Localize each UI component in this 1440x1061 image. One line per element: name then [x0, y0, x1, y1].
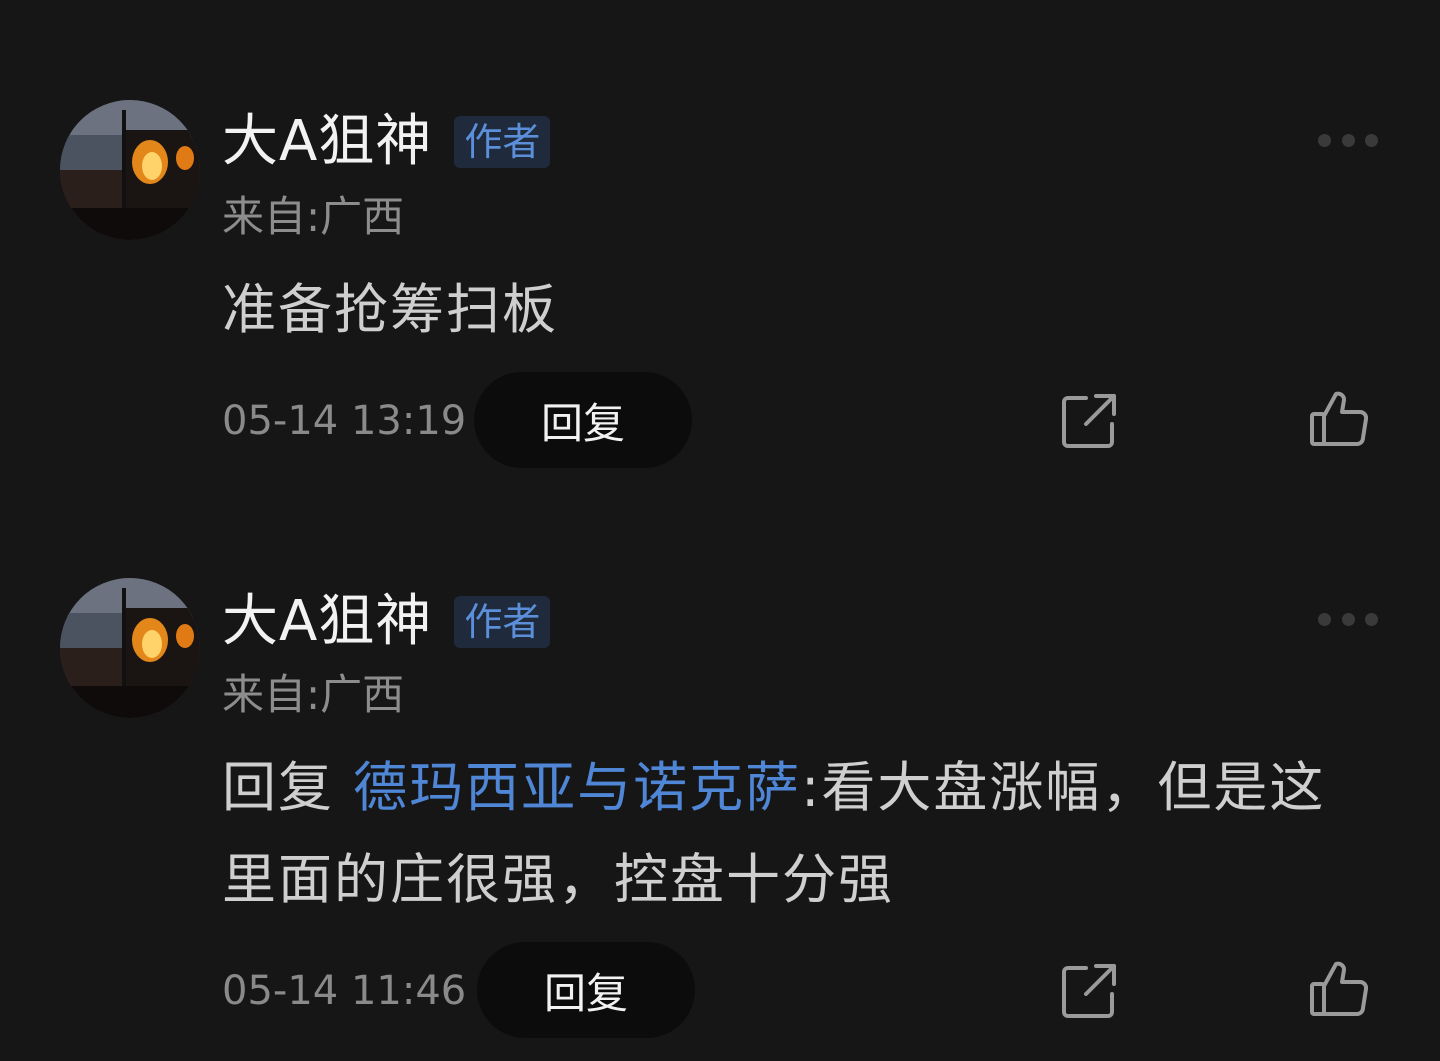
reply-button[interactable]: 回复	[477, 942, 695, 1038]
share-icon[interactable]	[1058, 960, 1120, 1022]
author-badge: 作者	[454, 596, 551, 648]
name-row: 大A狙神 作者	[222, 590, 551, 654]
comment-text: 准备抢筹扫板	[222, 264, 1362, 356]
location: 来自:广西	[222, 670, 405, 719]
reply-button[interactable]: 回复	[474, 372, 692, 468]
comment-text: 回复 德玛西亚与诺克萨:看大盘涨幅，但是这里面的庄很强，控盘十分强	[222, 742, 1362, 926]
username[interactable]: 大A狙神	[222, 590, 432, 654]
comment-list: 大A狙神 作者 来自:广西 准备抢筹扫板 05-14 13:19 回复 大A狙神…	[0, 0, 1440, 1061]
avatar[interactable]	[60, 578, 200, 718]
more-icon[interactable]	[1318, 130, 1378, 150]
share-icon[interactable]	[1058, 390, 1120, 452]
thumbs-up-icon[interactable]	[1308, 388, 1370, 450]
timestamp: 05-14 13:19	[222, 398, 467, 444]
username[interactable]: 大A狙神	[222, 110, 432, 174]
more-icon[interactable]	[1318, 609, 1378, 629]
timestamp: 05-14 11:46	[222, 968, 467, 1014]
reply-prefix: 回复	[222, 756, 354, 819]
name-row: 大A狙神 作者	[222, 110, 551, 174]
comment-content: 准备抢筹扫板	[222, 278, 558, 341]
mention-link[interactable]: 德玛西亚与诺克萨	[353, 756, 801, 819]
mention-separator: :	[801, 756, 822, 819]
avatar[interactable]	[60, 100, 200, 240]
thumbs-up-icon[interactable]	[1308, 958, 1370, 1020]
author-badge: 作者	[454, 116, 551, 168]
location: 来自:广西	[222, 192, 405, 241]
